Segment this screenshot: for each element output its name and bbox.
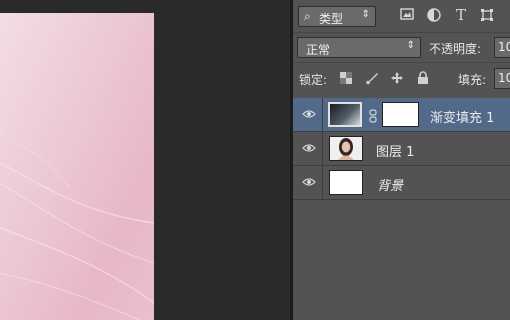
visibility-eye-icon[interactable] bbox=[301, 107, 317, 123]
layers-panel: ⌕ 类型 ⇕ T 正常 ⇕ 不透明度: 10 锁定: 填充: 10 渐变填充 1… bbox=[293, 0, 510, 320]
adjustment-layer-filter-icon[interactable] bbox=[426, 8, 442, 24]
layer-name: 渐变填充 1 bbox=[430, 111, 495, 126]
layer-mask-thumbnail[interactable] bbox=[382, 102, 419, 127]
layer-separator bbox=[322, 166, 323, 200]
layer-gradient-fill[interactable]: 渐变填充 1 bbox=[293, 98, 510, 132]
select-arrow-icon: ⇕ bbox=[406, 40, 415, 51]
type-layer-filter-icon[interactable]: T bbox=[453, 7, 469, 23]
shape-layer-filter-icon[interactable] bbox=[479, 8, 495, 24]
blend-mode-select[interactable]: 正常 ⇕ bbox=[297, 37, 421, 58]
visibility-eye-icon[interactable] bbox=[301, 175, 317, 191]
lock-row: 锁定: 填充: 10 bbox=[293, 62, 510, 94]
document-canvas[interactable] bbox=[0, 13, 154, 320]
lock-transparent-pixels-icon[interactable] bbox=[338, 72, 354, 88]
opacity-input[interactable]: 10 bbox=[494, 37, 510, 58]
layer-name: 背景 bbox=[377, 179, 404, 194]
lock-label: 锁定: bbox=[299, 73, 328, 87]
opacity-label: 不透明度: bbox=[429, 42, 482, 56]
portrait-thumbnail[interactable] bbox=[329, 136, 363, 161]
lock-image-pixels-icon[interactable] bbox=[364, 71, 380, 87]
search-icon: ⌕ bbox=[304, 9, 311, 23]
filter-row: ⌕ 类型 ⇕ T bbox=[293, 0, 510, 32]
mask-link-icon[interactable] bbox=[369, 108, 377, 127]
blend-row: 正常 ⇕ 不透明度: 10 bbox=[293, 32, 510, 63]
layer-separator bbox=[322, 132, 323, 166]
layer-separator bbox=[322, 98, 323, 132]
select-arrow-icon: ⇕ bbox=[361, 9, 370, 20]
filter-kind-select[interactable]: ⌕ 类型 ⇕ bbox=[298, 6, 376, 27]
visibility-eye-icon[interactable] bbox=[301, 141, 317, 157]
lock-position-icon[interactable] bbox=[389, 71, 405, 87]
background-thumbnail[interactable] bbox=[329, 170, 363, 195]
fill-input[interactable]: 10 bbox=[494, 68, 510, 89]
lock-all-icon[interactable] bbox=[415, 71, 431, 87]
portrait-image bbox=[330, 137, 362, 160]
canvas-texture bbox=[0, 132, 154, 320]
layer-name: 图层 1 bbox=[376, 145, 415, 160]
blend-mode-value: 正常 bbox=[306, 43, 331, 57]
gradient-fill-thumbnail[interactable] bbox=[328, 102, 362, 127]
fill-label: 填充: bbox=[458, 73, 487, 87]
canvas-area bbox=[0, 0, 292, 320]
filter-kind-label: 类型 bbox=[319, 12, 344, 26]
layer-background[interactable]: 背景 bbox=[293, 166, 510, 200]
layer-image[interactable]: 图层 1 bbox=[293, 132, 510, 166]
pixel-layer-filter-icon[interactable] bbox=[399, 8, 415, 24]
